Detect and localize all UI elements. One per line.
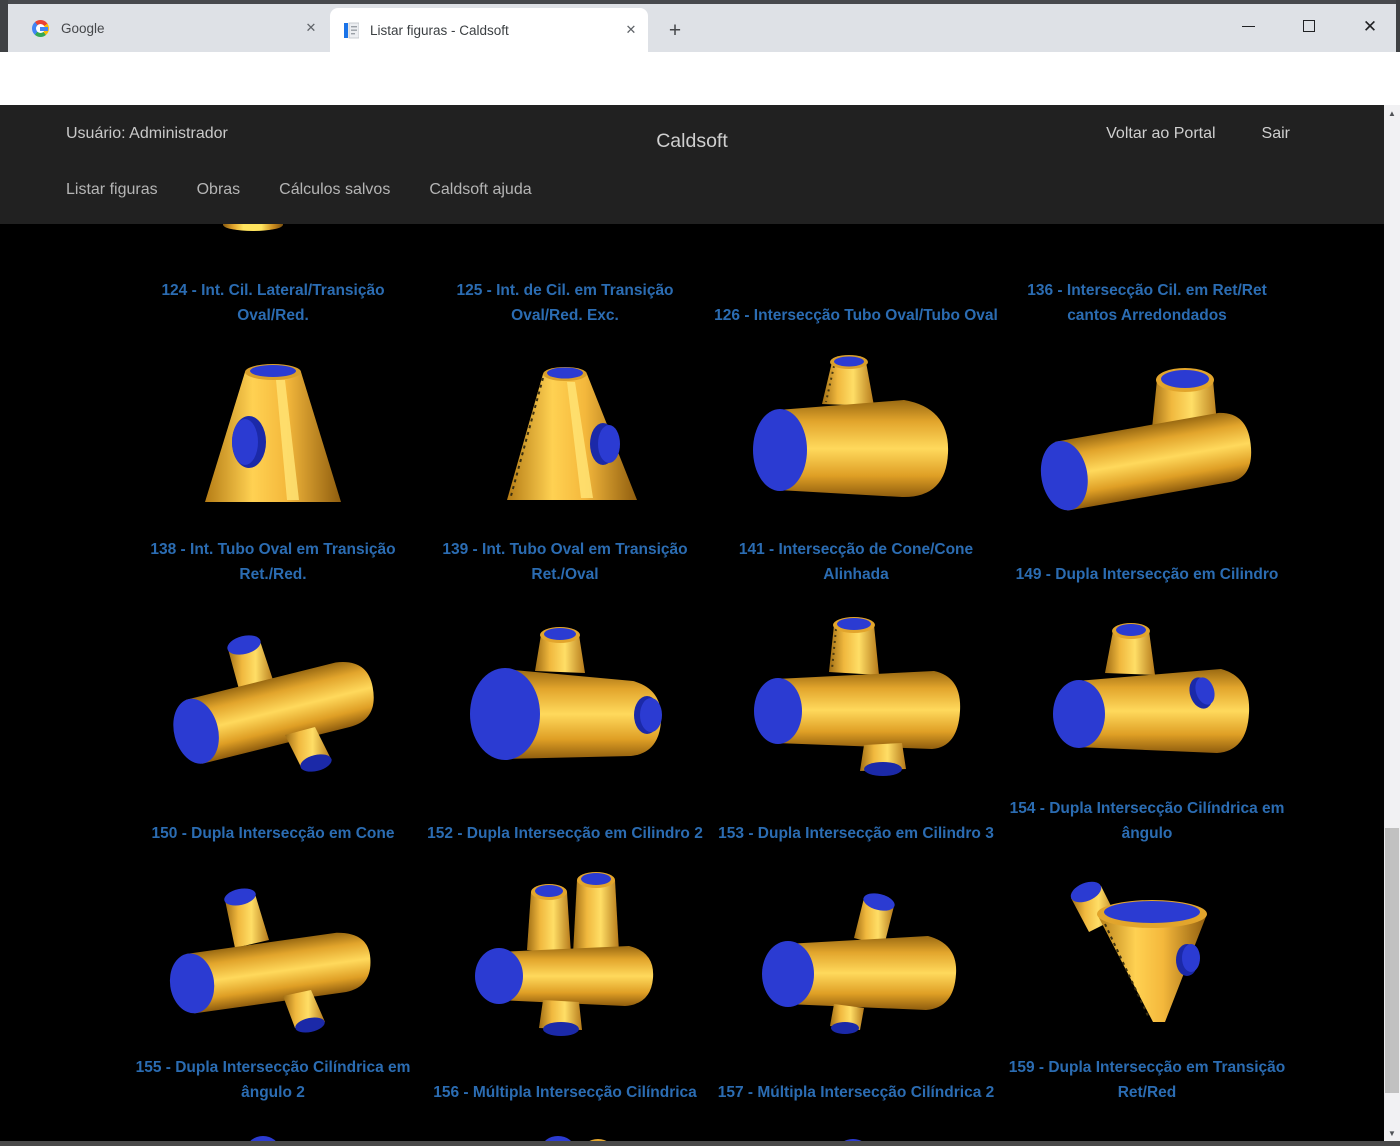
- figure-link-125[interactable]: 125 - Int. de Cil. em Transição Oval/Red…: [423, 278, 707, 328]
- figure-image-141[interactable]: [714, 609, 998, 784]
- portal-link[interactable]: Voltar ao Portal: [1106, 125, 1215, 143]
- window-minimize-button[interactable]: [1225, 10, 1271, 42]
- figure-image-157[interactable]: [714, 1127, 998, 1141]
- figure-label: 124 - Int. Cil. Lateral/Transição Oval/R…: [131, 278, 415, 328]
- figure-item-154: 154 - Dupla Intersecção Cilíndrica em ân…: [1005, 796, 1289, 1043]
- tab-close-icon[interactable]: ✕: [622, 21, 640, 39]
- figure-link-155[interactable]: 155 - Dupla Intersecção Cilíndrica em ân…: [131, 1055, 415, 1105]
- nav-caldsoft-ajuda[interactable]: Caldsoft ajuda: [429, 181, 531, 199]
- figure-item-126: 126 - Intersecção Tubo Oval/Tubo Oval: [714, 278, 998, 525]
- figure-image-154[interactable]: [1005, 868, 1289, 1043]
- figure-image-150[interactable]: [131, 868, 415, 1043]
- figure-image-125[interactable]: [423, 350, 707, 525]
- figure-label: 125 - Int. de Cil. em Transição Oval/Red…: [423, 278, 707, 328]
- figure-item-155: 155 - Dupla Intersecção Cilíndrica em ân…: [131, 1055, 415, 1141]
- tab-title: Listar figuras - Caldsoft: [370, 23, 622, 38]
- figure-item-141: 141 - Intersecção de Cone/Cone Alinhada: [714, 537, 998, 784]
- figure-link-150[interactable]: 150 - Dupla Intersecção em Cone: [131, 796, 415, 846]
- figure-image-153[interactable]: [714, 868, 998, 1043]
- figure-label: 159 - Dupla Intersecção em Transição Ret…: [1005, 1055, 1289, 1105]
- browser-window: Google ✕ Listar figuras - Caldsoft ✕ + ✕…: [0, 0, 1400, 1146]
- figure-label: 150 - Dupla Intersecção em Cone: [152, 821, 395, 846]
- google-favicon-icon: [32, 20, 49, 37]
- nav-obras[interactable]: Obras: [197, 181, 241, 199]
- figure-image-152[interactable]: [423, 868, 707, 1043]
- figure-link-149[interactable]: 149 - Dupla Intersecção em Cilindro: [1005, 537, 1289, 587]
- figure-image-136[interactable]: [1005, 350, 1289, 525]
- window-frame-bottom: [0, 1141, 1400, 1146]
- figure-image-149[interactable]: [1005, 609, 1289, 784]
- figure-label: 152 - Dupla Intersecção em Cilindro 2: [427, 821, 703, 846]
- figure-item-125: 125 - Int. de Cil. em Transição Oval/Red…: [423, 278, 707, 525]
- window-frame-left: [0, 0, 8, 52]
- figure-item-136: 136 - Intersecção Cil. em Ret/Ret cantos…: [1005, 278, 1289, 525]
- figure-image-156[interactable]: [423, 1127, 707, 1141]
- figure-label: 157 - Múltipla Intersecção Cilíndrica 2: [718, 1080, 995, 1105]
- scroll-down-icon[interactable]: ▼: [1384, 1125, 1400, 1141]
- figure-link-152[interactable]: 152 - Dupla Intersecção em Cilindro 2: [423, 796, 707, 846]
- figure-item-138: 138 - Int. Tubo Oval em Transição Ret./R…: [131, 537, 415, 784]
- figure-label: 156 - Múltipla Intersecção Cilíndrica: [433, 1080, 697, 1105]
- figure-label: 153 - Dupla Intersecção em Cilindro 3: [718, 821, 994, 846]
- figure-grid: 124 - Int. Cil. Lateral/Transição Oval/R…: [0, 224, 1384, 1141]
- figure-image-124[interactable]: [131, 350, 415, 525]
- figure-image-139[interactable]: [423, 609, 707, 784]
- tab-google[interactable]: Google ✕: [22, 11, 320, 45]
- figure-item-153: 153 - Dupla Intersecção em Cilindro 3: [714, 796, 998, 1043]
- figure-item-156: 156 - Múltipla Intersecção Cilíndrica: [423, 1055, 707, 1141]
- figure-label: 154 - Dupla Intersecção Cilíndrica em ân…: [1005, 796, 1289, 846]
- document-favicon-icon: [344, 22, 359, 39]
- figure-image-155[interactable]: [131, 1127, 415, 1141]
- figure-link-154[interactable]: 154 - Dupla Intersecção Cilíndrica em ân…: [1005, 796, 1289, 846]
- tab-listar-figuras[interactable]: Listar figuras - Caldsoft ✕: [330, 8, 648, 52]
- browser-toolbar: ← → ⟳ calculo.info/Caldsoft/Fig ☆ C ⋮: [0, 52, 1400, 105]
- figure-label: 141 - Intersecção de Cone/Cone Alinhada: [714, 537, 998, 587]
- vertical-scrollbar[interactable]: ▲ ▼: [1384, 105, 1400, 1141]
- figure-item-152: 152 - Dupla Intersecção em Cilindro 2: [423, 796, 707, 1043]
- figure-item-159: 159 - Dupla Intersecção em Transição Ret…: [1005, 1055, 1289, 1105]
- logout-link[interactable]: Sair: [1262, 125, 1290, 143]
- figure-label: 126 - Intersecção Tubo Oval/Tubo Oval: [714, 303, 998, 328]
- figure-link-157[interactable]: 157 - Múltipla Intersecção Cilíndrica 2: [714, 1055, 998, 1105]
- figure-link-141[interactable]: 141 - Intersecção de Cone/Cone Alinhada: [714, 537, 998, 587]
- header-links: Voltar ao Portal Sair: [1106, 125, 1290, 143]
- figure-item-139: 139 - Int. Tubo Oval em Transição Ret./O…: [423, 537, 707, 784]
- site-header: Usuário: Administrador Caldsoft Voltar a…: [0, 105, 1384, 224]
- figure-link-156[interactable]: 156 - Múltipla Intersecção Cilíndrica: [423, 1055, 707, 1105]
- figure-item-124: 124 - Int. Cil. Lateral/Transição Oval/R…: [131, 278, 415, 525]
- figure-label: 136 - Intersecção Cil. em Ret/Ret cantos…: [1005, 278, 1289, 328]
- figure-item-149: 149 - Dupla Intersecção em Cilindro: [1005, 537, 1289, 784]
- figure-link-126[interactable]: 126 - Intersecção Tubo Oval/Tubo Oval: [714, 278, 998, 328]
- tab-strip: Google ✕ Listar figuras - Caldsoft ✕ + ✕: [0, 0, 1400, 52]
- tab-close-icon[interactable]: ✕: [302, 19, 320, 37]
- figure-link-124[interactable]: 124 - Int. Cil. Lateral/Transição Oval/R…: [131, 278, 415, 328]
- nav-calculos-salvos[interactable]: Cálculos salvos: [279, 181, 390, 199]
- window-frame-top: [0, 0, 1400, 4]
- scroll-up-icon[interactable]: ▲: [1384, 105, 1400, 121]
- figure-image-126[interactable]: [714, 350, 998, 525]
- figure-partial-top[interactable]: [223, 224, 283, 231]
- tab-title: Google: [61, 21, 302, 36]
- figure-link-153[interactable]: 153 - Dupla Intersecção em Cilindro 3: [714, 796, 998, 846]
- figure-label: 149 - Dupla Intersecção em Cilindro: [1016, 562, 1279, 587]
- figure-link-139[interactable]: 139 - Int. Tubo Oval em Transição Ret./O…: [423, 537, 707, 587]
- figure-label: 139 - Int. Tubo Oval em Transição Ret./O…: [423, 537, 707, 587]
- figure-label: 138 - Int. Tubo Oval em Transição Ret./R…: [131, 537, 415, 587]
- figure-link-138[interactable]: 138 - Int. Tubo Oval em Transição Ret./R…: [131, 537, 415, 587]
- figure-item-150: 150 - Dupla Intersecção em Cone: [131, 796, 415, 1043]
- window-frame-right: [1396, 0, 1400, 52]
- nav-listar-figuras[interactable]: Listar figuras: [66, 181, 158, 199]
- new-tab-button[interactable]: +: [660, 18, 690, 46]
- window-close-button[interactable]: ✕: [1347, 10, 1393, 42]
- figure-link-159[interactable]: 159 - Dupla Intersecção em Transição Ret…: [1005, 1055, 1289, 1105]
- figure-link-136[interactable]: 136 - Intersecção Cil. em Ret/Ret cantos…: [1005, 278, 1289, 328]
- main-nav: Listar figuras Obras Cálculos salvos Cal…: [66, 181, 532, 199]
- figure-item-157: 157 - Múltipla Intersecção Cilíndrica 2: [714, 1055, 998, 1141]
- scrollbar-thumb[interactable]: [1385, 828, 1399, 1093]
- figure-image-138[interactable]: [131, 609, 415, 784]
- figure-label: 155 - Dupla Intersecção Cilíndrica em ân…: [131, 1055, 415, 1105]
- window-maximize-button[interactable]: [1286, 10, 1332, 42]
